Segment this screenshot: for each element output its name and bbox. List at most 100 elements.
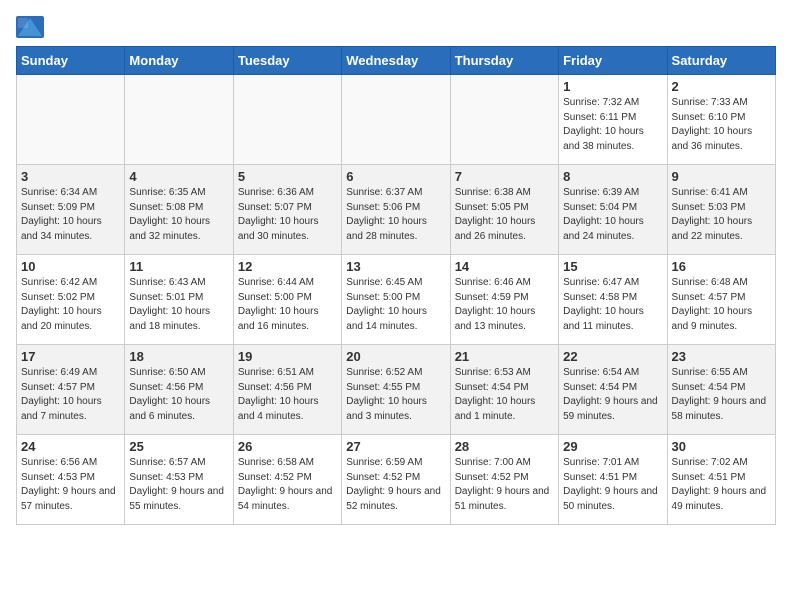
- day-number: 26: [238, 439, 337, 454]
- calendar-day-8: 8 Sunrise: 6:39 AMSunset: 5:04 PMDaylight…: [559, 165, 667, 255]
- weekday-header-row: SundayMondayTuesdayWednesdayThursdayFrid…: [17, 47, 776, 75]
- day-number: 5: [238, 169, 337, 184]
- weekday-header-tuesday: Tuesday: [233, 47, 341, 75]
- day-info: Sunrise: 7:01 AMSunset: 4:51 PMDaylight:…: [563, 456, 662, 514]
- day-info: Sunrise: 6:41 AMSunset: 5:03 PMDaylight:…: [672, 186, 771, 244]
- logo-icon: [16, 16, 44, 38]
- calendar-day-20: 20 Sunrise: 6:52 AMSunset: 4:55 PMDayligh…: [342, 345, 450, 435]
- calendar-day-28: 28 Sunrise: 7:00 AMSunset: 4:52 PMDayligh…: [450, 435, 558, 525]
- page-container: SundayMondayTuesdayWednesdayThursdayFrid…: [0, 0, 792, 533]
- day-number: 2: [672, 79, 771, 94]
- day-number: 20: [346, 349, 445, 364]
- day-info: Sunrise: 6:43 AMSunset: 5:01 PMDaylight:…: [129, 276, 228, 334]
- calendar-day-3: 3 Sunrise: 6:34 AMSunset: 5:09 PMDaylight…: [17, 165, 125, 255]
- day-number: 15: [563, 259, 662, 274]
- calendar-day-1: 1 Sunrise: 7:32 AMSunset: 6:11 PMDaylight…: [559, 75, 667, 165]
- day-number: 22: [563, 349, 662, 364]
- day-number: 28: [455, 439, 554, 454]
- day-info: Sunrise: 6:59 AMSunset: 4:52 PMDaylight:…: [346, 456, 445, 514]
- day-number: 12: [238, 259, 337, 274]
- day-number: 27: [346, 439, 445, 454]
- calendar-day-empty: [450, 75, 558, 165]
- calendar-week-row: 3 Sunrise: 6:34 AMSunset: 5:09 PMDaylight…: [17, 165, 776, 255]
- day-number: 24: [21, 439, 120, 454]
- weekday-header-sunday: Sunday: [17, 47, 125, 75]
- calendar-day-empty: [125, 75, 233, 165]
- day-number: 6: [346, 169, 445, 184]
- calendar-day-19: 19 Sunrise: 6:51 AMSunset: 4:56 PMDayligh…: [233, 345, 341, 435]
- day-info: Sunrise: 6:55 AMSunset: 4:54 PMDaylight:…: [672, 366, 771, 424]
- calendar-day-2: 2 Sunrise: 7:33 AMSunset: 6:10 PMDaylight…: [667, 75, 775, 165]
- day-number: 16: [672, 259, 771, 274]
- calendar-day-empty: [17, 75, 125, 165]
- day-number: 14: [455, 259, 554, 274]
- calendar-day-24: 24 Sunrise: 6:56 AMSunset: 4:53 PMDayligh…: [17, 435, 125, 525]
- day-info: Sunrise: 6:45 AMSunset: 5:00 PMDaylight:…: [346, 276, 445, 334]
- weekday-header-saturday: Saturday: [667, 47, 775, 75]
- day-number: 8: [563, 169, 662, 184]
- day-info: Sunrise: 6:39 AMSunset: 5:04 PMDaylight:…: [563, 186, 662, 244]
- day-info: Sunrise: 6:47 AMSunset: 4:58 PMDaylight:…: [563, 276, 662, 334]
- day-info: Sunrise: 6:36 AMSunset: 5:07 PMDaylight:…: [238, 186, 337, 244]
- logo: [16, 16, 48, 38]
- calendar-day-13: 13Sunrise: 6:45 AMSunset: 5:00 PMDayligh…: [342, 255, 450, 345]
- calendar-day-12: 12 Sunrise: 6:44 AMSunset: 5:00 PMDayligh…: [233, 255, 341, 345]
- calendar-week-row: 1 Sunrise: 7:32 AMSunset: 6:11 PMDaylight…: [17, 75, 776, 165]
- day-info: Sunrise: 6:58 AMSunset: 4:52 PMDaylight:…: [238, 456, 337, 514]
- header-area: [16, 16, 776, 38]
- day-info: Sunrise: 6:48 AMSunset: 4:57 PMDaylight:…: [672, 276, 771, 334]
- calendar-day-17: 17 Sunrise: 6:49 AMSunset: 4:57 PMDayligh…: [17, 345, 125, 435]
- calendar-day-empty: [233, 75, 341, 165]
- day-info: Sunrise: 6:44 AMSunset: 5:00 PMDaylight:…: [238, 276, 337, 334]
- day-number: 4: [129, 169, 228, 184]
- day-info: Sunrise: 6:51 AMSunset: 4:56 PMDaylight:…: [238, 366, 337, 424]
- calendar-day-25: 25 Sunrise: 6:57 AMSunset: 4:53 PMDayligh…: [125, 435, 233, 525]
- day-number: 11: [129, 259, 228, 274]
- day-info: Sunrise: 7:32 AMSunset: 6:11 PMDaylight:…: [563, 96, 662, 154]
- day-number: 17: [21, 349, 120, 364]
- calendar-day-empty: [342, 75, 450, 165]
- calendar-day-5: 5 Sunrise: 6:36 AMSunset: 5:07 PMDaylight…: [233, 165, 341, 255]
- day-info: Sunrise: 6:46 AMSunset: 4:59 PMDaylight:…: [455, 276, 554, 334]
- calendar-day-26: 26 Sunrise: 6:58 AMSunset: 4:52 PMDayligh…: [233, 435, 341, 525]
- calendar-day-29: 29 Sunrise: 7:01 AMSunset: 4:51 PMDayligh…: [559, 435, 667, 525]
- calendar-day-9: 9 Sunrise: 6:41 AMSunset: 5:03 PMDaylight…: [667, 165, 775, 255]
- calendar-day-15: 15 Sunrise: 6:47 AMSunset: 4:58 PMDayligh…: [559, 255, 667, 345]
- calendar-week-row: 10 Sunrise: 6:42 AMSunset: 5:02 PMDayligh…: [17, 255, 776, 345]
- calendar-week-row: 17 Sunrise: 6:49 AMSunset: 4:57 PMDayligh…: [17, 345, 776, 435]
- day-info: Sunrise: 6:34 AMSunset: 5:09 PMDaylight:…: [21, 186, 120, 244]
- day-info: Sunrise: 6:37 AMSunset: 5:06 PMDaylight:…: [346, 186, 445, 244]
- calendar-day-10: 10 Sunrise: 6:42 AMSunset: 5:02 PMDayligh…: [17, 255, 125, 345]
- day-info: Sunrise: 7:33 AMSunset: 6:10 PMDaylight:…: [672, 96, 771, 154]
- day-info: Sunrise: 6:42 AMSunset: 5:02 PMDaylight:…: [21, 276, 120, 334]
- day-info: Sunrise: 6:35 AMSunset: 5:08 PMDaylight:…: [129, 186, 228, 244]
- day-info: Sunrise: 6:52 AMSunset: 4:55 PMDaylight:…: [346, 366, 445, 424]
- day-info: Sunrise: 6:49 AMSunset: 4:57 PMDaylight:…: [21, 366, 120, 424]
- day-number: 29: [563, 439, 662, 454]
- day-info: Sunrise: 6:57 AMSunset: 4:53 PMDaylight:…: [129, 456, 228, 514]
- calendar-day-30: 30 Sunrise: 7:02 AMSunset: 4:51 PMDayligh…: [667, 435, 775, 525]
- day-number: 30: [672, 439, 771, 454]
- day-number: 10: [21, 259, 120, 274]
- day-info: Sunrise: 6:56 AMSunset: 4:53 PMDaylight:…: [21, 456, 120, 514]
- day-number: 3: [21, 169, 120, 184]
- day-info: Sunrise: 7:00 AMSunset: 4:52 PMDaylight:…: [455, 456, 554, 514]
- calendar-week-row: 24 Sunrise: 6:56 AMSunset: 4:53 PMDayligh…: [17, 435, 776, 525]
- day-info: Sunrise: 7:02 AMSunset: 4:51 PMDaylight:…: [672, 456, 771, 514]
- day-number: 9: [672, 169, 771, 184]
- day-info: Sunrise: 6:50 AMSunset: 4:56 PMDaylight:…: [129, 366, 228, 424]
- calendar-day-22: 22 Sunrise: 6:54 AMSunset: 4:54 PMDayligh…: [559, 345, 667, 435]
- calendar-day-11: 11 Sunrise: 6:43 AMSunset: 5:01 PMDayligh…: [125, 255, 233, 345]
- calendar-day-27: 27 Sunrise: 6:59 AMSunset: 4:52 PMDayligh…: [342, 435, 450, 525]
- calendar-day-18: 18Sunrise: 6:50 AMSunset: 4:56 PMDayligh…: [125, 345, 233, 435]
- calendar-day-4: 4 Sunrise: 6:35 AMSunset: 5:08 PMDaylight…: [125, 165, 233, 255]
- day-info: Sunrise: 6:54 AMSunset: 4:54 PMDaylight:…: [563, 366, 662, 424]
- calendar-table: SundayMondayTuesdayWednesdayThursdayFrid…: [16, 46, 776, 525]
- day-number: 19: [238, 349, 337, 364]
- day-number: 25: [129, 439, 228, 454]
- day-number: 21: [455, 349, 554, 364]
- calendar-day-23: 23Sunrise: 6:55 AMSunset: 4:54 PMDayligh…: [667, 345, 775, 435]
- day-number: 1: [563, 79, 662, 94]
- weekday-header-friday: Friday: [559, 47, 667, 75]
- calendar-day-7: 7Sunrise: 6:38 AMSunset: 5:05 PMDaylight…: [450, 165, 558, 255]
